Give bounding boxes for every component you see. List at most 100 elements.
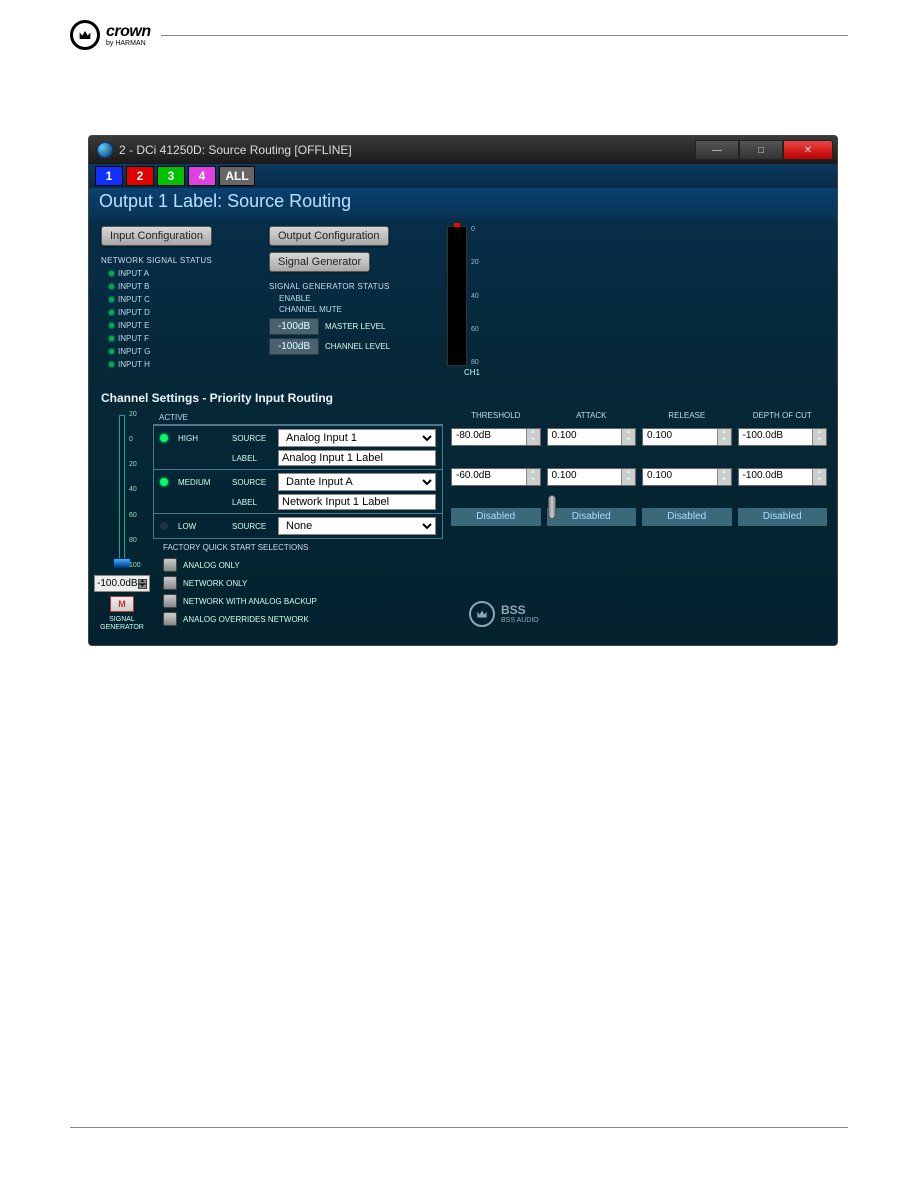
window-title: 2 - DCi 41250D: Source Routing [OFFLINE] bbox=[119, 143, 689, 157]
threshold-input[interactable]: -80.0dB▲▼ bbox=[451, 428, 541, 446]
low-source-select[interactable]: None bbox=[278, 517, 436, 535]
list-item: INPUT E bbox=[109, 319, 251, 332]
high-source-select[interactable]: Analog Input 1 bbox=[278, 429, 436, 447]
params-row-high: -80.0dB▲▼ 0.100▲▼ 0.100▲▼ -100.0dB▲▼ bbox=[451, 428, 827, 446]
tab-channel-3[interactable]: 3 bbox=[157, 166, 185, 186]
list-item: INPUT H bbox=[109, 358, 251, 371]
attack-disabled: Disabled bbox=[547, 508, 637, 526]
maximize-button[interactable]: □ bbox=[739, 140, 783, 160]
list-item: INPUT F bbox=[109, 332, 251, 345]
page-header: crown by HARMAN bbox=[0, 0, 918, 60]
priority-level-label: LOW bbox=[178, 522, 228, 531]
close-button[interactable]: ✕ bbox=[783, 140, 833, 160]
channel-level-label: CHANNEL LEVEL bbox=[325, 342, 390, 351]
siggen-status-header: SIGNAL GENERATOR STATUS bbox=[269, 282, 429, 291]
factory-option-network-backup[interactable] bbox=[163, 594, 177, 608]
minimize-button[interactable]: — bbox=[695, 140, 739, 160]
siggen-enable-label: ENABLE bbox=[269, 293, 429, 304]
input-status-list: INPUT A INPUT B INPUT C INPUT D INPUT E … bbox=[109, 267, 251, 371]
status-led-icon bbox=[109, 297, 114, 302]
mute-button[interactable]: M bbox=[110, 596, 134, 612]
factory-option-network-only[interactable] bbox=[163, 576, 177, 590]
priority-section-title: Channel Settings - Priority Input Routin… bbox=[89, 381, 837, 411]
source-label: SOURCE bbox=[232, 478, 274, 487]
priority-level-label: MEDIUM bbox=[178, 478, 228, 487]
clip-indicator-icon bbox=[454, 223, 460, 227]
status-led-icon bbox=[109, 271, 114, 276]
list-item: INPUT G bbox=[109, 345, 251, 358]
status-led-icon bbox=[109, 362, 114, 367]
tab-channel-4[interactable]: 4 bbox=[188, 166, 216, 186]
signal-generator-label: SIGNAL GENERATOR bbox=[100, 616, 144, 633]
attack-input[interactable]: 0.100▲▼ bbox=[547, 468, 637, 486]
channel-mute-label: CHANNEL MUTE bbox=[269, 304, 429, 315]
status-led-icon bbox=[109, 284, 114, 289]
master-level-value[interactable]: -100dB bbox=[269, 318, 319, 335]
source-label: SOURCE bbox=[232, 522, 274, 531]
footer-divider bbox=[70, 1127, 848, 1128]
high-label-input[interactable] bbox=[278, 450, 436, 466]
label-label: LABEL bbox=[232, 498, 274, 507]
list-item: INPUT A bbox=[109, 267, 251, 280]
output-configuration-button[interactable]: Output Configuration bbox=[269, 226, 389, 246]
panel-drag-handle[interactable] bbox=[548, 495, 556, 519]
factory-header: FACTORY QUICK START SELECTIONS bbox=[163, 543, 443, 552]
signal-generator-button[interactable]: Signal Generator bbox=[269, 252, 370, 272]
crown-logo: crown by HARMAN bbox=[70, 20, 151, 50]
bss-audio-logo: BSS BSS AUDIO bbox=[469, 601, 539, 627]
medium-source-select[interactable]: Dante Input A bbox=[278, 473, 436, 491]
fader-scale: 20 0 20 40 60 80 100 bbox=[129, 411, 141, 569]
app-window: 2 - DCi 41250D: Source Routing [OFFLINE]… bbox=[88, 135, 838, 646]
active-column-header: ACTIVE bbox=[153, 411, 443, 424]
channel-level-value[interactable]: -100dB bbox=[269, 338, 319, 355]
titlebar[interactable]: 2 - DCi 41250D: Source Routing [OFFLINE]… bbox=[89, 136, 837, 164]
list-item: INPUT D bbox=[109, 306, 251, 319]
tab-channel-1[interactable]: 1 bbox=[95, 166, 123, 186]
brand-sub: by HARMAN bbox=[106, 40, 151, 47]
priority-level-label: HIGH bbox=[178, 434, 228, 443]
status-led-icon bbox=[109, 336, 114, 341]
factory-option-analog-only[interactable] bbox=[163, 558, 177, 572]
tab-channel-2[interactable]: 2 bbox=[126, 166, 154, 186]
params-headers: THRESHOLD ATTACK RELEASE DEPTH OF CUT bbox=[451, 411, 827, 424]
active-radio-medium[interactable] bbox=[160, 478, 168, 486]
medium-label-input[interactable] bbox=[278, 494, 436, 510]
release-input[interactable]: 0.100▲▼ bbox=[642, 428, 732, 446]
status-led-icon bbox=[109, 323, 114, 328]
label-label: LABEL bbox=[232, 454, 274, 463]
depth-input[interactable]: -100.0dB▲▼ bbox=[738, 428, 828, 446]
crown-icon bbox=[70, 20, 100, 50]
attack-input[interactable]: 0.100▲▼ bbox=[547, 428, 637, 446]
app-body: 1 2 3 4 ALL Output 1 Label: Source Routi… bbox=[89, 164, 837, 645]
priority-routing-box: HIGH SOURCE Analog Input 1 LABEL MEDIUM … bbox=[153, 424, 443, 539]
brand-name: crown bbox=[106, 24, 151, 40]
bss-icon bbox=[469, 601, 495, 627]
input-configuration-button[interactable]: Input Configuration bbox=[101, 226, 212, 246]
threshold-disabled: Disabled bbox=[451, 508, 541, 526]
active-radio-high[interactable] bbox=[160, 434, 168, 442]
depth-input[interactable]: -100.0dB▲▼ bbox=[738, 468, 828, 486]
release-input[interactable]: 0.100▲▼ bbox=[642, 468, 732, 486]
channel-tabs: 1 2 3 4 ALL bbox=[89, 164, 837, 188]
tab-all[interactable]: ALL bbox=[219, 166, 255, 186]
status-led-icon bbox=[109, 310, 114, 315]
fader-value-input[interactable]: -100.0dB ▲▼ bbox=[94, 575, 150, 592]
depth-disabled: Disabled bbox=[738, 508, 828, 526]
page-title: Output 1 Label: Source Routing bbox=[89, 188, 837, 218]
master-level-label: MASTER LEVEL bbox=[325, 322, 385, 331]
status-led-icon bbox=[109, 349, 114, 354]
params-row-medium: -60.0dB▲▼ 0.100▲▼ 0.100▲▼ -100.0dB▲▼ bbox=[451, 468, 827, 486]
factory-option-analog-overrides[interactable] bbox=[163, 612, 177, 626]
release-disabled: Disabled bbox=[642, 508, 732, 526]
network-status-header: NETWORK SIGNAL STATUS bbox=[101, 256, 251, 265]
active-radio-low[interactable] bbox=[160, 522, 168, 530]
params-row-low: Disabled Disabled Disabled Disabled bbox=[451, 508, 827, 526]
gain-fader[interactable] bbox=[119, 415, 125, 565]
meter-channel-label: CH1 bbox=[447, 368, 497, 377]
header-divider bbox=[161, 35, 848, 36]
level-meter bbox=[447, 226, 467, 366]
threshold-input[interactable]: -60.0dB▲▼ bbox=[451, 468, 541, 486]
app-sysicon bbox=[97, 142, 113, 158]
list-item: INPUT C bbox=[109, 293, 251, 306]
list-item: INPUT B bbox=[109, 280, 251, 293]
